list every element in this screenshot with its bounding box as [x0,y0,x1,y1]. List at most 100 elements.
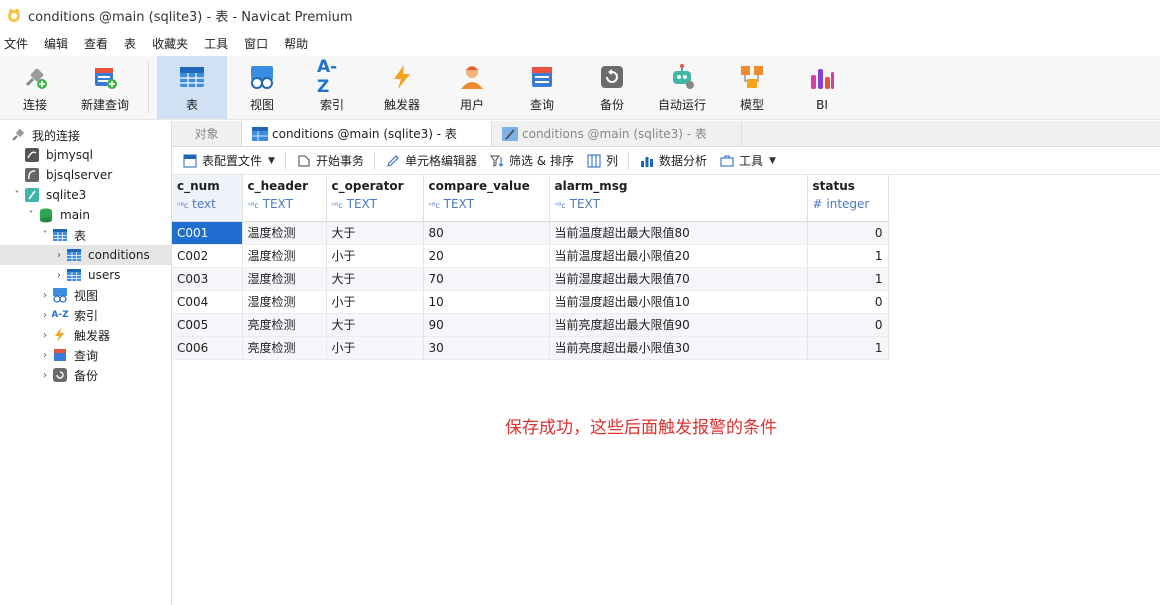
tree-db-main[interactable]: ˅ main [0,205,171,225]
grid-cell[interactable]: 0 [807,313,889,337]
menu-window[interactable]: 窗口 [240,35,280,52]
chevron-right-icon[interactable]: › [38,370,52,381]
grid-cell[interactable]: 当前亮度超出最小限值30 [549,336,808,360]
grid-cell[interactable]: C005 [172,313,243,337]
tree-tables-folder[interactable]: ˅ 表 [0,225,171,245]
column-header-compare-value[interactable]: compare_value ᴬᴮc TEXT [423,175,550,222]
user-button[interactable]: 用户 [437,56,507,119]
tree-conn-bjmysql[interactable]: bjmysql [0,145,171,165]
grid-cell[interactable]: 10 [423,290,550,314]
tab-objects[interactable]: 对象 [172,121,242,146]
grid-cell[interactable]: 当前湿度超出最小限值10 [549,290,808,314]
tree-indexes-folder[interactable]: › A-Z 索引 [0,305,171,325]
grid-cell[interactable]: 当前温度超出最大限值80 [549,221,808,245]
model-button[interactable]: 模型 [717,56,787,119]
column-header-c-operator[interactable]: c_operator ᴬᴮc TEXT [326,175,424,222]
grid-cell[interactable]: 20 [423,244,550,268]
grid-cell[interactable]: 温度检测 [242,244,327,268]
tree-views-folder[interactable]: › 视图 [0,285,171,305]
grid-cell[interactable]: 30 [423,336,550,360]
grid-cell[interactable]: 当前温度超出最小限值20 [549,244,808,268]
tab-conditions-active[interactable]: conditions @main (sqlite3) - 表 [242,121,492,146]
grid-cell[interactable]: 亮度检测 [242,313,327,337]
grid-cell[interactable]: 0 [807,221,889,245]
query-button[interactable]: 查询 [507,56,577,119]
chevron-down-icon[interactable]: ˅ [10,190,24,201]
grid-cell[interactable]: 小于 [326,244,424,268]
menu-edit[interactable]: 编辑 [40,35,80,52]
column-header-status[interactable]: status # integer [807,175,889,222]
tree-table-conditions[interactable]: › conditions [0,245,171,265]
grid-cell[interactable]: 80 [423,221,550,245]
grid-cell[interactable]: 湿度检测 [242,267,327,291]
tree-conn-bjsqlserver[interactable]: bjsqlserver [0,165,171,185]
data-analysis-button[interactable]: 数据分析 [633,152,713,169]
tree-table-users[interactable]: › users [0,265,171,285]
grid-cell[interactable]: 小于 [326,336,424,360]
menu-favorites[interactable]: 收藏夹 [148,35,200,52]
tree-my-connections[interactable]: 我的连接 [0,125,171,145]
menu-help[interactable]: 帮助 [280,35,320,52]
menu-table[interactable]: 表 [120,35,148,52]
table-profile-button[interactable]: 表配置文件 ▼ [176,152,281,169]
begin-transaction-button[interactable]: 开始事务 [290,152,370,169]
grid-cell[interactable]: C001 [172,221,243,245]
table-button[interactable]: 表 [157,56,227,119]
menu-view[interactable]: 查看 [80,35,120,52]
column-header-c-header[interactable]: c_header ᴬᴮc TEXT [242,175,327,222]
chevron-down-icon[interactable]: ˅ [38,230,52,241]
cell-editor-label: 单元格编辑器 [404,154,477,168]
chevron-down-icon[interactable]: ˅ [24,210,38,221]
tab-conditions-design[interactable]: conditions @main (sqlite3) - 表 [492,121,742,146]
chevron-right-icon[interactable]: › [38,310,52,321]
tree-triggers-folder[interactable]: › 触发器 [0,325,171,345]
grid-cell[interactable]: 大于 [326,221,424,245]
grid-cell[interactable]: 1 [807,267,889,291]
grid-cell[interactable]: 当前亮度超出最大限值90 [549,313,808,337]
column-header-c-num[interactable]: c_num ᴬᴮc text [172,175,243,222]
lightning-icon [387,62,417,92]
grid-cell[interactable]: C002 [172,244,243,268]
grid-cell[interactable]: 小于 [326,290,424,314]
new-query-button[interactable]: 新建查询 [70,56,140,119]
tools-button[interactable]: 工具 ▼ [713,152,782,169]
backup-button[interactable]: 备份 [577,56,647,119]
grid-cell[interactable]: 0 [807,290,889,314]
cell-editor-button[interactable]: 单元格编辑器 [379,152,483,169]
index-icon: A-Z [317,57,338,97]
trigger-button[interactable]: 触发器 [367,56,437,119]
tree-queries-folder[interactable]: › 查询 [0,345,171,365]
grid-cell[interactable]: 大于 [326,267,424,291]
grid-cell[interactable]: C003 [172,267,243,291]
grid-cell[interactable]: 70 [423,267,550,291]
chevron-right-icon[interactable]: › [38,350,52,361]
view-button[interactable]: 视图 [227,56,297,119]
connect-button[interactable]: 连接 [0,56,70,119]
automation-button[interactable]: 自动运行 [647,56,717,119]
columns-button[interactable]: 列 [580,152,624,169]
tree-conn-sqlite3[interactable]: ˅ sqlite3 [0,185,171,205]
index-button[interactable]: A-Z 索引 [297,56,367,119]
grid-cell[interactable]: C004 [172,290,243,314]
tree-backups-folder[interactable]: › 备份 [0,365,171,385]
grid-cell[interactable]: 1 [807,336,889,360]
grid-cell[interactable]: 1 [807,244,889,268]
chevron-right-icon[interactable]: › [52,250,66,261]
bi-button[interactable]: BI [787,56,857,119]
menu-tools[interactable]: 工具 [200,35,240,52]
grid-cell[interactable]: 大于 [326,313,424,337]
filter-sort-button[interactable]: 筛选 & 排序 [483,152,580,169]
grid-cell[interactable]: 温度检测 [242,221,327,245]
column-type: ᴬᴮc TEXT [429,197,544,211]
chevron-right-icon[interactable]: › [52,270,66,281]
grid-cell[interactable]: C006 [172,336,243,360]
menu-file[interactable]: 文件 [0,35,40,52]
grid-cell[interactable]: 湿度检测 [242,290,327,314]
column-header-alarm-msg[interactable]: alarm_msg ᴬᴮc TEXT [549,175,808,222]
chevron-right-icon[interactable]: › [38,330,52,341]
grid-cell[interactable]: 当前湿度超出最大限值70 [549,267,808,291]
data-grid: c_num ᴬᴮc text c_header ᴬᴮc TEXT c_opera… [172,175,889,360]
grid-cell[interactable]: 90 [423,313,550,337]
chevron-right-icon[interactable]: › [38,290,52,301]
grid-cell[interactable]: 亮度检测 [242,336,327,360]
